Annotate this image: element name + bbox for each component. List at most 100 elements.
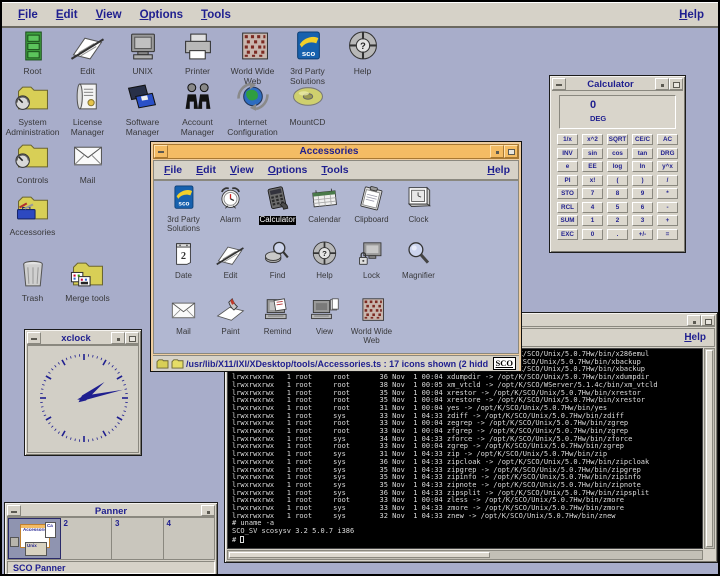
menu-tools[interactable]: Tools [201, 9, 231, 21]
calc-btn-0[interactable]: 0 [582, 229, 603, 240]
calc-btn-log[interactable]: log [607, 161, 628, 172]
desktop-icon-trash[interactable]: Trash [5, 258, 60, 304]
maximize-button[interactable] [669, 78, 683, 90]
workspace-2[interactable]: 2 [61, 518, 113, 559]
terminal-vertical-scrollbar[interactable] [704, 348, 715, 549]
accessories-icon-view[interactable]: View [301, 297, 348, 353]
calc-btn-3[interactable]: 3 [632, 215, 653, 226]
calc-btn-y^x[interactable]: y^x [657, 161, 678, 172]
calc-btn-8[interactable]: 8 [607, 188, 628, 199]
desktop-icon-account-manager[interactable]: Account Manager [170, 82, 225, 137]
accessories-icon-lock[interactable]: Lock [348, 241, 395, 297]
calc-btn-RCL[interactable]: RCL [557, 202, 578, 213]
calc-btn-DRG[interactable]: DRG [657, 148, 678, 159]
menu-file[interactable]: File [18, 9, 38, 21]
workspace-1[interactable]: Accessorie Ca Unix [8, 518, 61, 559]
xclock-titlebar[interactable]: xclock [27, 332, 139, 345]
calc-btn-PI[interactable]: PI [557, 175, 578, 186]
calc-btn-1/x[interactable]: 1/x [557, 134, 578, 145]
calc-btn-INV[interactable]: INV [557, 148, 578, 159]
terminal-horizontal-scrollbar[interactable] [227, 550, 703, 560]
calc-btn-+/-[interactable]: +/- [632, 229, 653, 240]
desktop-icon-license-manager[interactable]: License Manager [60, 82, 115, 137]
menu-view[interactable]: View [230, 164, 254, 176]
desktop-icon-software-manager[interactable]: Software Manager [115, 82, 170, 137]
calc-btn-.[interactable]: . [607, 229, 628, 240]
calc-btn-CE/C[interactable]: CE/C [632, 134, 653, 145]
desktop-icon-world-wide-web[interactable]: World Wide Web [225, 31, 280, 86]
minimize-button[interactable] [7, 505, 21, 516]
accessories-icon-remind[interactable]: Remind [254, 297, 301, 353]
desktop-icon-controls[interactable]: Controls [5, 140, 60, 186]
calc-btn-x^2[interactable]: x^2 [582, 134, 603, 145]
menu-button[interactable] [111, 332, 125, 344]
calc-btn--[interactable]: - [657, 202, 678, 213]
desktop-icon-internet-configuration[interactable]: Internet Configuration [225, 82, 280, 137]
accessories-icon-paint[interactable]: Paint [207, 297, 254, 353]
desktop-icon-merge-tools[interactable]: Merge tools [60, 258, 115, 304]
terminal-content[interactable]: lrwxrwxrwx 1 root root 36 Nov 1 00:04 x2… [227, 348, 703, 549]
minimize-button[interactable] [154, 145, 168, 158]
accessories-titlebar[interactable]: Accessories [153, 144, 519, 159]
calc-btn-EXC[interactable]: EXC [557, 229, 578, 240]
calc-btn-SQRT[interactable]: SQRT [607, 134, 628, 145]
calc-btn-ln[interactable]: ln [632, 161, 653, 172]
calc-btn-4[interactable]: 4 [582, 202, 603, 213]
menu-view[interactable]: View [96, 9, 122, 21]
calc-btn-+[interactable]: + [657, 215, 678, 226]
panner-titlebar[interactable]: Panner [7, 505, 215, 517]
desktop-icon-system-administration[interactable]: System Administration [5, 82, 60, 137]
desktop-icon-accessories[interactable]: Accessories [5, 192, 60, 238]
calc-btn-*[interactable]: * [657, 188, 678, 199]
workspace-3[interactable]: 3 [112, 518, 164, 559]
accessories-icon-date[interactable]: 2Date [160, 241, 207, 297]
maximize-button[interactable] [701, 315, 715, 326]
menu-edit[interactable]: Edit [56, 9, 78, 21]
desktop-icon-unix[interactable]: UNIX [115, 31, 170, 86]
accessories-menu-help[interactable]: Help [487, 164, 510, 176]
accessories-icon-clipboard[interactable]: Clipboard [348, 185, 395, 241]
desktop-icon-root[interactable]: Root [5, 31, 60, 86]
calc-btn-e[interactable]: e [557, 161, 578, 172]
accessories-icon-edit[interactable]: Edit [207, 241, 254, 297]
calc-btn-/[interactable]: / [657, 175, 678, 186]
calc-btn-SUM[interactable]: SUM [557, 215, 578, 226]
calc-btn-tan[interactable]: tan [632, 148, 653, 159]
desktop-icon-mountcd[interactable]: MountCD [280, 82, 335, 137]
calc-btn-sin[interactable]: sin [582, 148, 603, 159]
maximize-button[interactable] [504, 145, 518, 158]
desktop-icon-edit[interactable]: Edit [60, 31, 115, 86]
menu-options[interactable]: Options [140, 9, 183, 21]
accessories-icon-world-wide-web[interactable]: World Wide Web [348, 297, 395, 353]
calc-btn-x![interactable]: x! [582, 175, 603, 186]
desktop-icon-printer[interactable]: Printer [170, 31, 225, 86]
calculator-titlebar[interactable]: Calculator [552, 78, 683, 91]
desktop-icon-3rd-party-solutions[interactable]: sco3rd Party Solutions [280, 31, 335, 86]
minimize-button[interactable] [27, 332, 41, 344]
accessories-icon-alarm[interactable]: Alarm [207, 185, 254, 241]
workspace-4[interactable]: 4 [164, 518, 215, 559]
calc-btn-([interactable]: ( [607, 175, 628, 186]
minimize-button[interactable] [552, 78, 566, 90]
menu-tools[interactable]: Tools [321, 164, 348, 176]
maximize-button[interactable] [125, 332, 139, 344]
menu-file[interactable]: File [164, 164, 182, 176]
menu-options[interactable]: Options [268, 164, 308, 176]
calc-btn-STO[interactable]: STO [557, 188, 578, 199]
menu-help[interactable]: Help [679, 9, 704, 21]
desktop-icon-mail[interactable]: Mail [60, 140, 115, 186]
calc-btn-5[interactable]: 5 [607, 202, 628, 213]
accessories-icon-3rd-party-solutions[interactable]: sco3rd Party Solutions [160, 185, 207, 241]
calc-btn-2[interactable]: 2 [607, 215, 628, 226]
accessories-icon-help[interactable]: ?Help [301, 241, 348, 297]
accessories-icon-find[interactable]: Find [254, 241, 301, 297]
desktop-icon-help[interactable]: ?Help [335, 31, 390, 86]
accessories-icon-mail[interactable]: Mail [160, 297, 207, 353]
calc-btn-AC[interactable]: AC [657, 134, 678, 145]
terminal-menu-help[interactable]: Help [684, 332, 706, 343]
accessories-icon-calendar[interactable]: Calendar [301, 185, 348, 241]
menu-edit[interactable]: Edit [196, 164, 216, 176]
calc-btn-9[interactable]: 9 [632, 188, 653, 199]
accessories-icon-clock[interactable]: Clock [395, 185, 442, 241]
menu-button[interactable] [655, 78, 669, 90]
